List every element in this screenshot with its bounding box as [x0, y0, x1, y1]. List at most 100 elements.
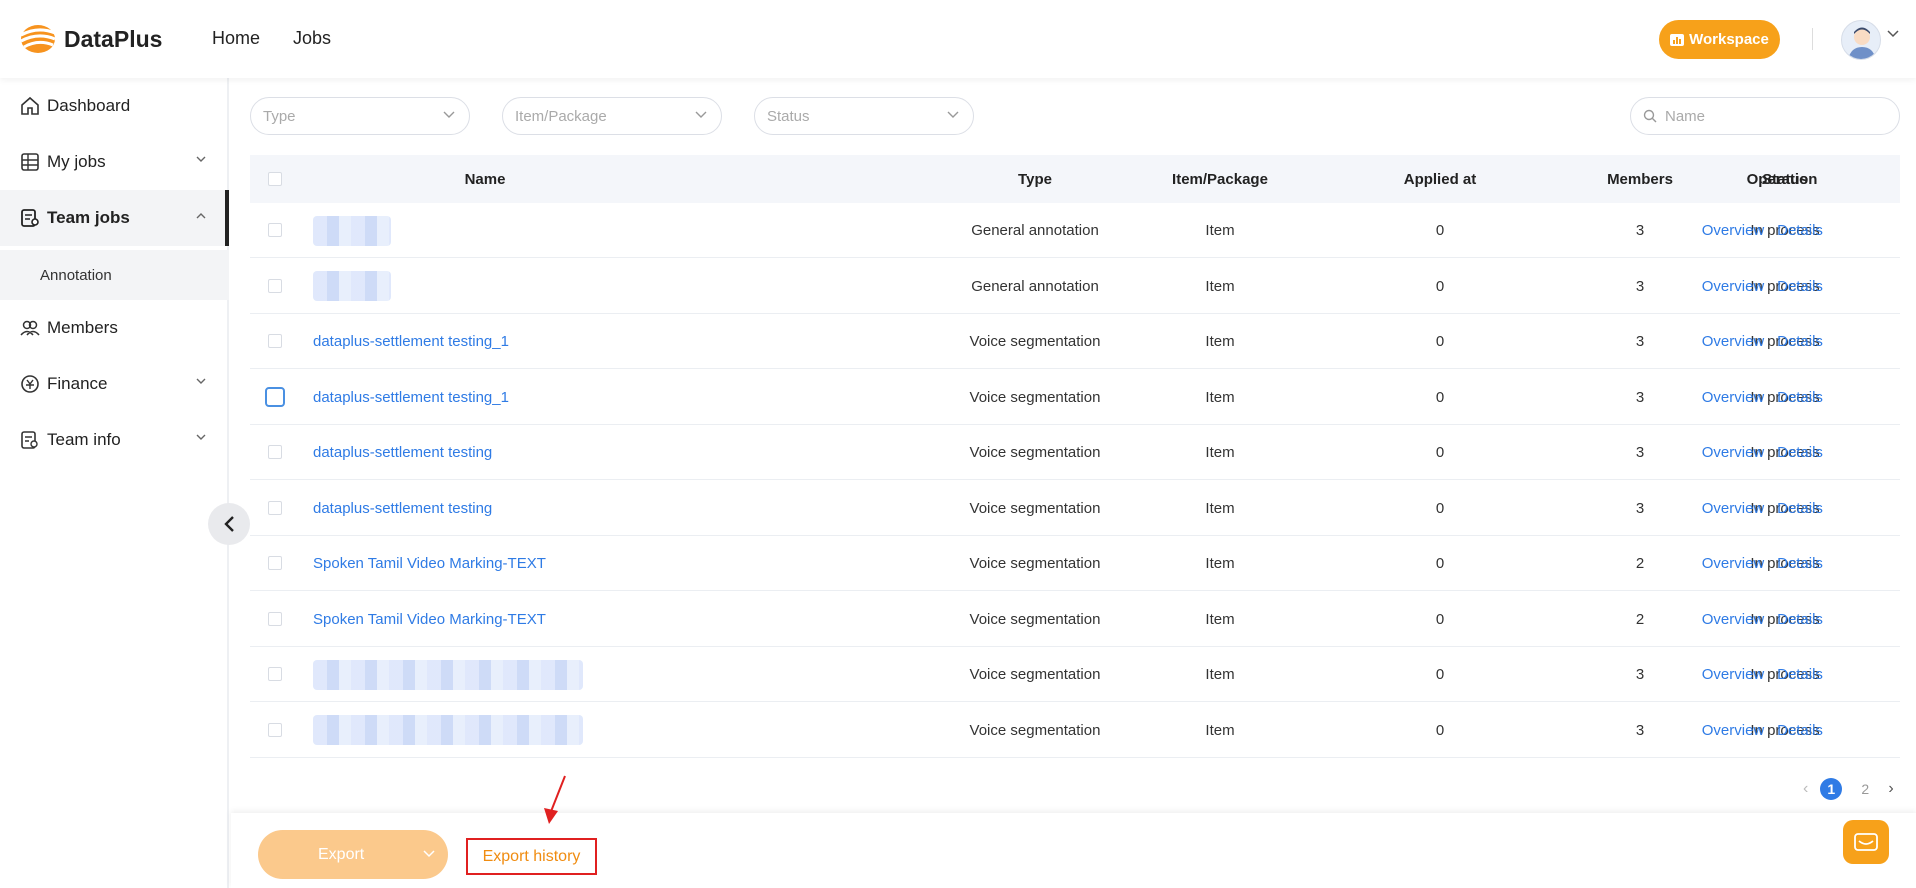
- header-name[interactable]: Name: [380, 155, 590, 203]
- details-link[interactable]: Details: [1769, 536, 1831, 591]
- footer-bar: Export Export history: [231, 813, 1916, 888]
- chevron-down-icon[interactable]: [1887, 30, 1899, 38]
- sidebar-item-team-jobs[interactable]: Team jobs: [0, 190, 229, 246]
- job-applied-at: 0: [1435, 721, 1445, 739]
- row-checkbox[interactable]: [268, 500, 282, 515]
- overview-link[interactable]: Overview: [1698, 203, 1768, 258]
- user-avatar-icon: [1848, 27, 1876, 59]
- header-divider: [1812, 28, 1813, 50]
- row-checkbox[interactable]: [268, 278, 282, 293]
- job-item-package: Item: [1205, 222, 1235, 239]
- row-checkbox[interactable]: [268, 667, 282, 681]
- sidebar-item-label: Finance: [47, 374, 108, 393]
- sidebar-item-my-jobs[interactable]: My jobs: [0, 134, 229, 190]
- table-row: Spoken Tamil Video Marking-TEXT Voice se…: [250, 592, 1900, 647]
- header-operation: Operation: [1746, 170, 1818, 188]
- jobs-icon: [21, 153, 39, 171]
- details-link[interactable]: Details: [1769, 259, 1831, 314]
- item-package-filter-placeholder: Item/Package: [515, 107, 607, 125]
- prev-page-icon[interactable]: ‹: [1803, 780, 1808, 798]
- details-link[interactable]: Details: [1769, 425, 1831, 480]
- nav-jobs[interactable]: Jobs: [293, 28, 331, 49]
- header-type[interactable]: Type: [920, 155, 1150, 203]
- search-input[interactable]: [1665, 107, 1885, 125]
- overview-link[interactable]: Overview: [1698, 481, 1768, 536]
- job-name-redacted[interactable]: [313, 703, 733, 758]
- item-package-filter[interactable]: Item/Package: [502, 97, 722, 135]
- sidebar-subitem-annotation[interactable]: Annotation: [0, 250, 229, 300]
- header-item-package[interactable]: Item/Package: [1130, 155, 1310, 203]
- overview-link[interactable]: Overview: [1698, 647, 1768, 702]
- overview-link[interactable]: Overview: [1698, 425, 1768, 480]
- table-row: General annotation Item 0 3 In process O…: [250, 203, 1900, 258]
- sidebar-item-members[interactable]: Members: [0, 300, 229, 356]
- overview-link[interactable]: Overview: [1698, 370, 1768, 425]
- chevron-down-icon: [196, 156, 206, 162]
- table-row: Voice segmentation Item 0 3 In process O…: [250, 647, 1900, 702]
- chevron-down-icon: [947, 111, 959, 118]
- overview-link[interactable]: Overview: [1698, 259, 1768, 314]
- job-name-link[interactable]: dataplus-settlement testing_1: [313, 314, 733, 369]
- job-name-redacted[interactable]: [313, 203, 733, 258]
- row-checkbox[interactable]: [268, 611, 282, 626]
- job-name-link[interactable]: dataplus-settlement testing_1: [313, 370, 733, 425]
- export-history-link[interactable]: Export history: [466, 838, 597, 875]
- next-page-icon[interactable]: ›: [1888, 780, 1893, 798]
- sidebar: Dashboard My jobs Team jobs Annotation M…: [0, 78, 229, 888]
- page-number[interactable]: 2: [1854, 778, 1876, 800]
- job-name-link[interactable]: Spoken Tamil Video Marking-TEXT: [313, 536, 733, 591]
- status-filter[interactable]: Status: [754, 97, 974, 135]
- page-number[interactable]: 1: [1820, 778, 1843, 800]
- sidebar-item-label: Team info: [47, 430, 121, 449]
- search-icon: [1643, 109, 1657, 123]
- job-name-redacted[interactable]: [313, 647, 733, 702]
- top-header: DataPlus Home Jobs Workspace: [0, 0, 1916, 78]
- job-name-link[interactable]: dataplus-settlement testing: [313, 481, 733, 536]
- row-checkbox[interactable]: [265, 386, 285, 407]
- app-logo[interactable]: DataPlus: [18, 22, 162, 56]
- sidebar-item-dashboard[interactable]: Dashboard: [0, 78, 229, 134]
- row-checkbox[interactable]: [268, 334, 282, 348]
- type-filter[interactable]: Type: [250, 97, 470, 135]
- select-all-checkbox[interactable]: [268, 172, 282, 186]
- table-row: Voice segmentation Item 0 3 In process O…: [250, 703, 1900, 758]
- export-button[interactable]: Export: [258, 830, 448, 879]
- details-link[interactable]: Details: [1769, 203, 1831, 258]
- message-button[interactable]: [1843, 820, 1889, 864]
- nav-home[interactable]: Home: [212, 28, 260, 49]
- dataplus-logo-icon: [20, 25, 56, 53]
- job-applied-at: 0: [1435, 610, 1445, 628]
- sidebar-item-team-info[interactable]: Team info: [0, 412, 229, 468]
- job-type: Voice segmentation: [969, 388, 1101, 406]
- main-nav: Home Jobs: [212, 28, 331, 49]
- header-members[interactable]: Members: [1580, 155, 1700, 203]
- details-link[interactable]: Details: [1769, 647, 1831, 702]
- details-link[interactable]: Details: [1769, 592, 1831, 647]
- overview-link[interactable]: Overview: [1698, 314, 1768, 369]
- details-link[interactable]: Details: [1769, 314, 1831, 369]
- row-checkbox[interactable]: [268, 223, 282, 237]
- sidebar-item-finance[interactable]: Finance: [0, 356, 229, 412]
- overview-link[interactable]: Overview: [1698, 703, 1768, 758]
- overview-link[interactable]: Overview: [1698, 536, 1768, 591]
- job-applied-at: 0: [1435, 222, 1445, 239]
- redacted-name-blur: [313, 215, 391, 246]
- header-applied-at[interactable]: Applied at: [1370, 155, 1510, 203]
- job-applied-at: 0: [1435, 333, 1445, 350]
- job-members: 2: [1635, 555, 1645, 572]
- avatar[interactable]: [1841, 20, 1881, 60]
- job-type: Voice segmentation: [969, 333, 1101, 350]
- sidebar-collapse-button[interactable]: [208, 503, 250, 545]
- job-name-redacted[interactable]: [313, 259, 733, 314]
- row-checkbox[interactable]: [268, 722, 282, 737]
- job-type: General annotation: [971, 277, 1099, 295]
- row-checkbox[interactable]: [268, 445, 282, 459]
- details-link[interactable]: Details: [1769, 481, 1831, 536]
- job-name-link[interactable]: Spoken Tamil Video Marking-TEXT: [313, 592, 733, 647]
- row-checkbox[interactable]: [268, 556, 282, 570]
- details-link[interactable]: Details: [1769, 703, 1831, 758]
- workspace-button[interactable]: Workspace: [1659, 20, 1780, 59]
- job-name-link[interactable]: dataplus-settlement testing: [313, 425, 733, 480]
- details-link[interactable]: Details: [1769, 370, 1831, 425]
- overview-link[interactable]: Overview: [1698, 592, 1768, 647]
